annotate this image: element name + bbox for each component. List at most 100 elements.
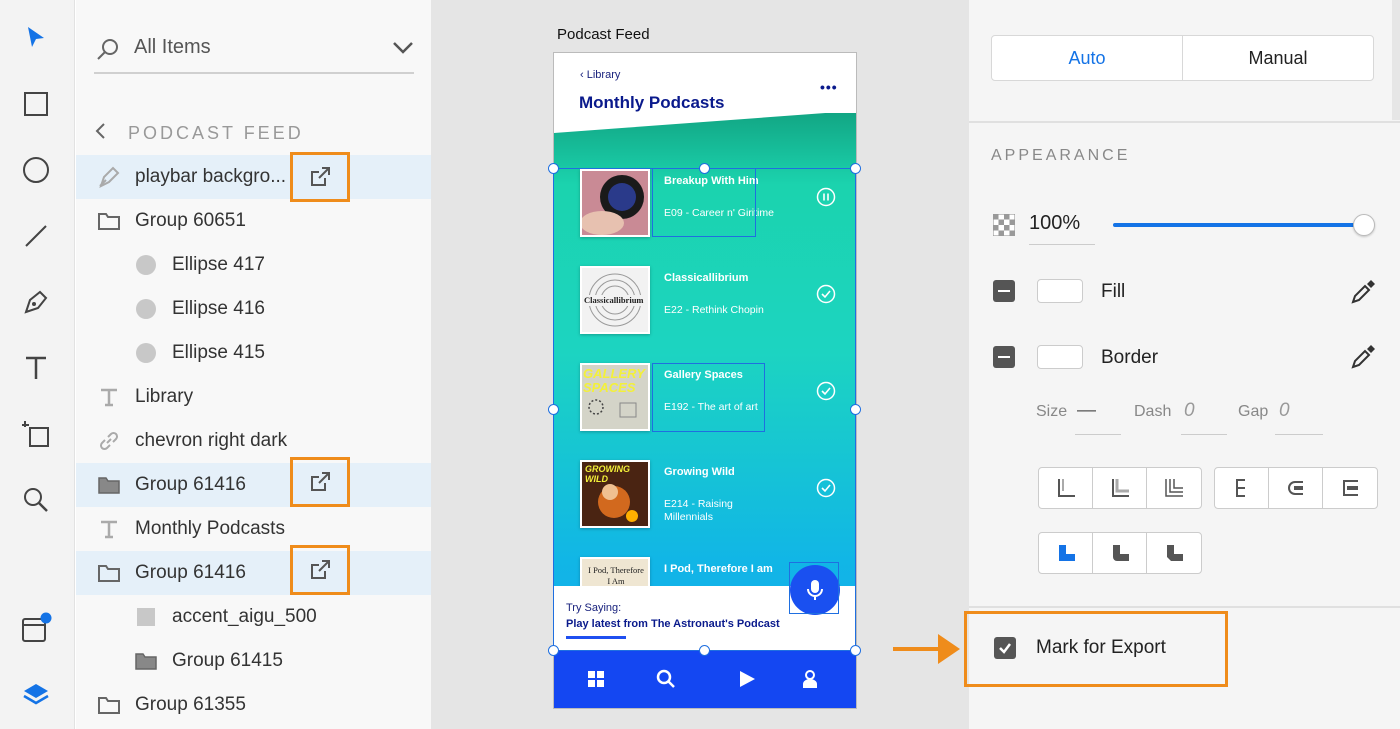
text-icon[interactable]: [18, 350, 54, 386]
eyedropper-icon[interactable]: [1349, 278, 1377, 306]
layer-label: Monthly Podcasts: [135, 518, 285, 539]
dash-field[interactable]: 0: [1184, 400, 1195, 422]
export-icon: [311, 472, 330, 491]
border-color-swatch[interactable]: [1037, 345, 1083, 369]
export-marker[interactable]: [290, 457, 350, 507]
resize-handle[interactable]: [548, 404, 559, 415]
layer-filter-dropdown[interactable]: All Items: [94, 28, 414, 74]
zoom-icon[interactable]: [18, 482, 54, 518]
layer-label: Ellipse 416: [172, 298, 265, 319]
callout-arrow: [893, 647, 941, 651]
divider: [969, 606, 1400, 608]
tool-rail: [0, 0, 75, 729]
align-inside-icon[interactable]: [1215, 468, 1269, 508]
join-bevel-icon[interactable]: [1147, 533, 1201, 573]
resize-handle[interactable]: [548, 645, 559, 656]
export-marker[interactable]: [290, 545, 350, 595]
size-field[interactable]: —: [1077, 400, 1096, 422]
plugins-icon[interactable]: [18, 610, 54, 646]
layer-row[interactable]: Monthly Podcasts: [76, 507, 431, 551]
opacity-slider[interactable]: [1113, 223, 1363, 227]
breadcrumb-label: PODCAST FEED: [128, 122, 304, 143]
join-miter-icon[interactable]: [1039, 533, 1093, 573]
layer-row[interactable]: Group 61355: [76, 683, 431, 727]
line-icon[interactable]: [18, 218, 54, 254]
chevron-down-icon[interactable]: [392, 40, 414, 61]
grid-icon[interactable]: [585, 668, 607, 690]
layer-row[interactable]: Library: [76, 375, 431, 419]
chevron-left-icon[interactable]: [94, 122, 106, 145]
ellipse-icon: [133, 340, 159, 366]
stroke-join-group: [1038, 532, 1202, 574]
breadcrumb[interactable]: PODCAST FEED: [94, 118, 304, 148]
resize-handle[interactable]: [850, 404, 861, 415]
dash-underline: [1181, 434, 1227, 435]
design-canvas[interactable]: Podcast Feed ‹ Library Monthly Podcasts …: [431, 0, 969, 729]
layer-row[interactable]: accent_aigu_500: [76, 595, 431, 639]
resize-handle[interactable]: [699, 163, 710, 174]
layer-highlight: [789, 562, 839, 614]
layers-icon[interactable]: [18, 676, 54, 712]
back-link[interactable]: ‹ Library: [580, 69, 620, 81]
layer-row[interactable]: Ellipse 416: [76, 287, 431, 331]
profile-icon[interactable]: [799, 668, 821, 690]
resize-handle[interactable]: [850, 163, 861, 174]
responsive-resize-toggle[interactable]: Auto Manual: [991, 35, 1374, 81]
gap-field[interactable]: 0: [1279, 400, 1290, 422]
join-round-icon[interactable]: [1093, 533, 1147, 573]
mark-for-export-checkbox[interactable]: [994, 637, 1016, 659]
artboard-label[interactable]: Podcast Feed: [557, 26, 650, 43]
gap-underline: [1275, 434, 1323, 435]
fill-toggle-checkbox[interactable]: [993, 280, 1015, 302]
align-center-icon[interactable]: [1269, 468, 1323, 508]
border-toggle-checkbox[interactable]: [993, 346, 1015, 368]
layer-row[interactable]: playbar backgro...: [76, 152, 431, 202]
ellipse-icon[interactable]: [18, 152, 54, 188]
border-label: Border: [1101, 347, 1159, 368]
layer-row[interactable]: Group 60651: [76, 199, 431, 243]
manual-button[interactable]: Manual: [1183, 36, 1373, 80]
layer-row[interactable]: Group 61416: [76, 457, 431, 507]
layer-row[interactable]: Ellipse 415: [76, 331, 431, 375]
eyedropper-icon[interactable]: [1349, 343, 1377, 371]
align-outside-icon[interactable]: [1323, 468, 1377, 508]
folder-icon: [96, 692, 122, 718]
layer-row[interactable]: chevron right dark: [76, 419, 431, 463]
opacity-field[interactable]: 100%: [1029, 212, 1080, 235]
size-label: Size: [1036, 403, 1068, 420]
layer-label: playbar backgro...: [135, 166, 287, 187]
auto-button[interactable]: Auto: [992, 36, 1183, 80]
more-icon[interactable]: •••: [820, 79, 838, 95]
scrollbar[interactable]: [1392, 0, 1400, 120]
section-title: APPEARANCE: [991, 147, 1131, 164]
resize-handle[interactable]: [850, 645, 861, 656]
artboard-icon[interactable]: [18, 416, 54, 452]
stroke-cap-group: [1038, 467, 1202, 509]
export-marker[interactable]: [290, 152, 350, 202]
opacity-underline: [1029, 244, 1095, 245]
rectangle-icon[interactable]: [18, 86, 54, 122]
export-icon: [311, 167, 330, 186]
layer-label: chevron right dark: [135, 430, 288, 451]
size-underline: [1075, 434, 1121, 435]
cap-round-icon[interactable]: [1093, 468, 1147, 508]
pen-icon[interactable]: [18, 284, 54, 320]
layer-row[interactable]: Group 61416: [76, 545, 431, 595]
search-icon[interactable]: [655, 668, 677, 690]
opacity-slider-handle[interactable]: [1353, 214, 1375, 236]
resize-handle[interactable]: [548, 163, 559, 174]
folder-icon: [96, 208, 122, 234]
checkmark-icon: [999, 643, 1011, 654]
layer-row[interactable]: Ellipse 417: [76, 243, 431, 287]
play-icon[interactable]: [736, 668, 758, 690]
resize-handle[interactable]: [699, 645, 710, 656]
text-icon: [96, 384, 122, 410]
layer-row[interactable]: Group 61415: [76, 639, 431, 683]
cap-butt-icon[interactable]: [1039, 468, 1093, 508]
mark-for-export-label[interactable]: Mark for Export: [1036, 637, 1166, 659]
select-icon[interactable]: [18, 20, 54, 56]
fill-color-swatch[interactable]: [1037, 279, 1083, 303]
layer-highlight: [652, 168, 756, 237]
pen-path-icon: [96, 164, 122, 190]
cap-square-icon[interactable]: [1147, 468, 1201, 508]
